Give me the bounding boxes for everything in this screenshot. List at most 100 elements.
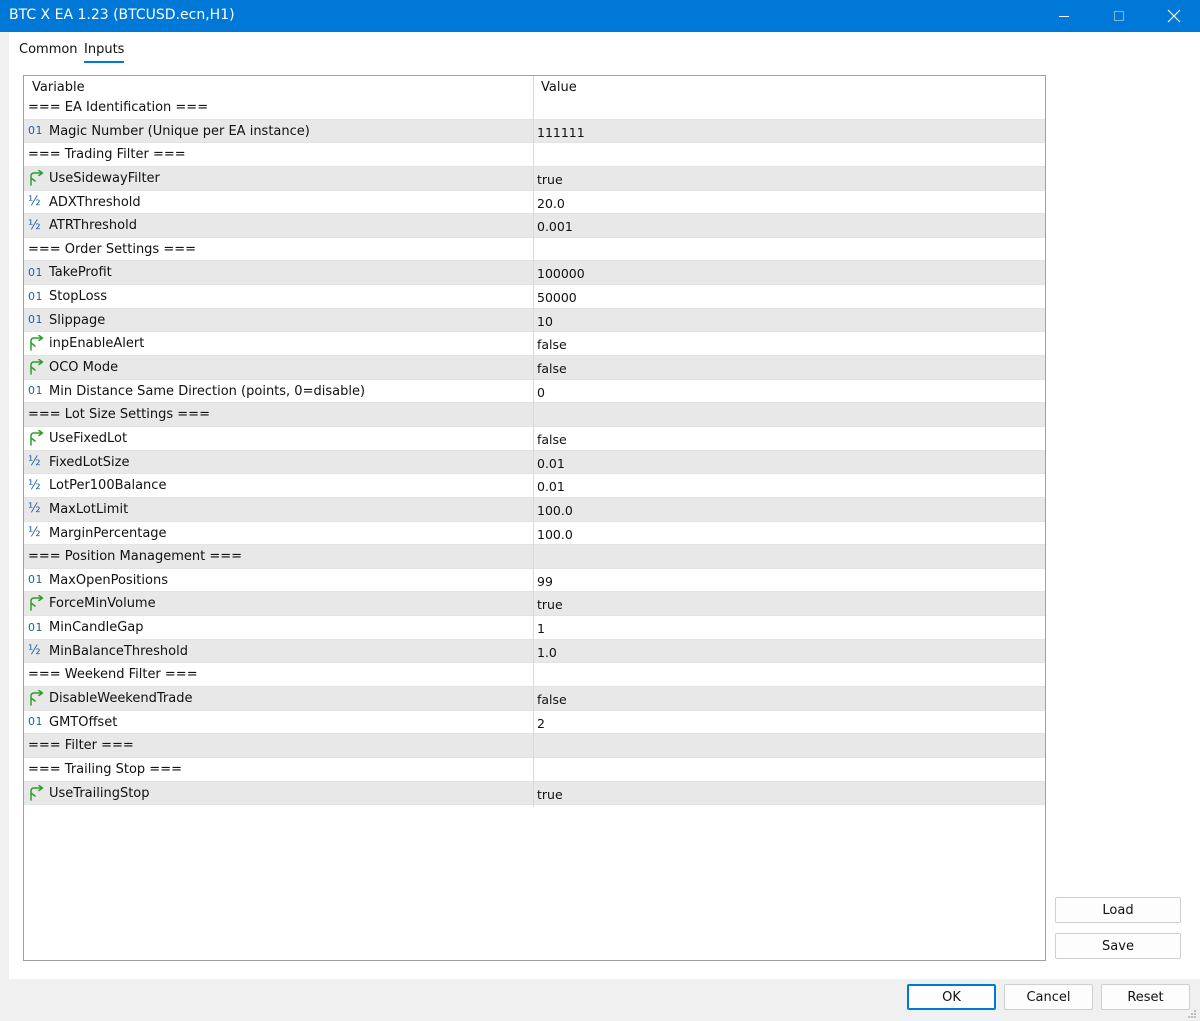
fraction-icon-glyph: ½ [28, 501, 41, 517]
integer-icon: 01 [28, 288, 46, 304]
parameter-name: Min Distance Same Direction (points, 0=d… [49, 383, 366, 399]
parameter-value[interactable]: false [537, 361, 567, 376]
parameter-name: OCO Mode [49, 360, 119, 376]
section-row[interactable]: === Filter === [24, 734, 1045, 758]
parameter-value[interactable]: 100.0 [537, 503, 573, 518]
tab-inputs[interactable]: Inputs [84, 42, 125, 63]
parameter-row[interactable]: 01 MaxOpenPositions 99 [24, 568, 1045, 593]
parameter-row[interactable]: 01 Min Distance Same Direction (points, 0… [24, 379, 1045, 404]
close-button[interactable] [1146, 0, 1200, 32]
tab-strip: Common Inputs [9, 32, 1200, 68]
section-row[interactable]: === Position Management === [24, 545, 1045, 569]
parameter-row[interactable]: ½ FixedLotSize 0.01 [24, 450, 1045, 475]
close-icon [1167, 9, 1181, 23]
parameter-name: ADXThreshold [49, 194, 141, 210]
section-row[interactable]: === Lot Size Settings === [24, 403, 1045, 427]
inputs-grid[interactable]: Variable Value === EA Identification ===… [23, 75, 1046, 961]
section-row[interactable]: === Trailing Stop === [24, 757, 1045, 782]
parameter-row[interactable]: ½ MarginPercentage 100.0 [24, 521, 1045, 546]
parameter-value[interactable]: true [537, 597, 563, 612]
parameter-row[interactable]: 01 GMTOffset 2 [24, 710, 1045, 735]
minimize-button[interactable] [1036, 0, 1092, 32]
integer-icon: 01 [28, 264, 46, 280]
parameter-value[interactable]: 1.0 [537, 645, 557, 660]
fraction-icon: ½ [28, 477, 46, 493]
parameter-row[interactable]: UseTrailingStop true [24, 781, 1045, 806]
section-row[interactable]: === Order Settings === [24, 237, 1045, 262]
window-title: BTC X EA 1.23 (BTCUSD.ecn,H1) [9, 7, 235, 23]
column-header-variable[interactable]: Variable [32, 80, 85, 95]
ok-button[interactable]: OK [907, 984, 996, 1010]
integer-icon: 01 [28, 312, 46, 328]
integer-icon-glyph: 01 [28, 620, 43, 634]
parameter-row[interactable]: ForceMinVolume true [24, 592, 1045, 617]
parameter-value[interactable]: false [537, 692, 567, 707]
parameter-value[interactable]: true [537, 172, 563, 187]
parameter-value[interactable]: 2 [537, 716, 545, 731]
section-row[interactable]: === EA Identification === [24, 96, 1045, 120]
save-button[interactable]: Save [1055, 933, 1181, 959]
grid-header: Variable Value [24, 76, 1045, 98]
parameter-value[interactable]: 1 [537, 621, 545, 636]
parameter-value[interactable]: 100000 [537, 266, 585, 281]
fraction-icon: ½ [28, 217, 46, 233]
parameter-row[interactable]: ½ MaxLotLimit 100.0 [24, 497, 1045, 522]
parameter-row[interactable]: UseSidewayFilter true [24, 166, 1045, 191]
parameter-name: TakeProfit [49, 265, 112, 281]
parameter-row[interactable]: inpEnableAlert false [24, 332, 1045, 357]
bool-arrow-icon [28, 784, 46, 801]
integer-icon: 01 [28, 383, 46, 399]
integer-icon-glyph: 01 [28, 265, 43, 279]
resize-grip-icon[interactable] [1186, 1008, 1198, 1020]
cancel-button[interactable]: Cancel [1004, 984, 1093, 1010]
section-row[interactable]: === Weekend Filter === [24, 663, 1045, 688]
parameter-name: ATRThreshold [49, 218, 137, 234]
load-button[interactable]: Load [1055, 897, 1181, 923]
parameter-value[interactable]: 10 [537, 314, 553, 329]
fraction-icon-glyph: ½ [28, 525, 41, 541]
parameter-value[interactable]: 20.0 [537, 196, 565, 211]
parameter-value[interactable]: 100.0 [537, 527, 573, 542]
parameter-row[interactable]: DisableWeekendTrade false [24, 687, 1045, 711]
parameter-row[interactable]: 01 TakeProfit 100000 [24, 261, 1045, 286]
parameter-row[interactable]: OCO Mode false [24, 356, 1045, 380]
column-header-value[interactable]: Value [541, 80, 577, 95]
parameter-name: Magic Number (Unique per EA instance) [49, 123, 310, 139]
parameter-value[interactable]: 99 [537, 574, 553, 589]
parameter-value[interactable]: 0 [537, 385, 545, 400]
parameter-row[interactable]: 01 Magic Number (Unique per EA instance) 1… [24, 119, 1045, 144]
integer-icon-glyph: 01 [28, 124, 43, 138]
bool-arrow-icon [28, 429, 46, 446]
parameter-row[interactable]: ½ ATRThreshold 0.001 [24, 214, 1045, 238]
section-label: === Weekend Filter === [28, 667, 198, 683]
parameter-row[interactable]: ½ ADXThreshold 20.0 [24, 190, 1045, 215]
section-row[interactable]: === Trading Filter === [24, 143, 1045, 167]
bool-arrow-icon [28, 359, 46, 375]
parameter-row[interactable]: UseFixedLot false [24, 426, 1045, 451]
parameter-value[interactable]: 111111 [537, 125, 585, 140]
parameter-name: GMTOffset [49, 714, 118, 730]
parameter-name: MinCandleGap [49, 620, 144, 636]
parameter-row[interactable]: 01 Slippage 10 [24, 308, 1045, 333]
tab-common[interactable]: Common [19, 42, 78, 61]
parameter-value[interactable]: 0.01 [537, 479, 565, 494]
fraction-icon-glyph: ½ [28, 217, 41, 233]
maximize-button[interactable] [1091, 0, 1147, 32]
parameter-value[interactable]: 0.01 [537, 456, 565, 471]
parameter-row[interactable]: 01 MinCandleGap 1 [24, 616, 1045, 640]
parameter-value[interactable]: false [537, 337, 567, 352]
reset-button[interactable]: Reset [1101, 984, 1190, 1010]
parameter-value[interactable]: true [537, 787, 563, 802]
parameter-name: MaxLotLimit [49, 501, 129, 517]
parameter-row[interactable]: ½ MinBalanceThreshold 1.0 [24, 639, 1045, 664]
bool-arrow-icon [28, 335, 46, 352]
parameter-name: DisableWeekendTrade [49, 691, 193, 707]
bool-arrow-icon [28, 595, 46, 612]
parameter-row[interactable]: ½ LotPer100Balance 0.01 [24, 474, 1045, 498]
parameter-value[interactable]: 0.001 [537, 219, 573, 234]
parameter-row[interactable]: 01 StopLoss 50000 [24, 285, 1045, 309]
parameter-value[interactable]: 50000 [537, 290, 577, 305]
integer-icon: 01 [28, 714, 46, 730]
title-bar: BTC X EA 1.23 (BTCUSD.ecn,H1) [0, 0, 1200, 32]
parameter-value[interactable]: false [537, 432, 567, 447]
